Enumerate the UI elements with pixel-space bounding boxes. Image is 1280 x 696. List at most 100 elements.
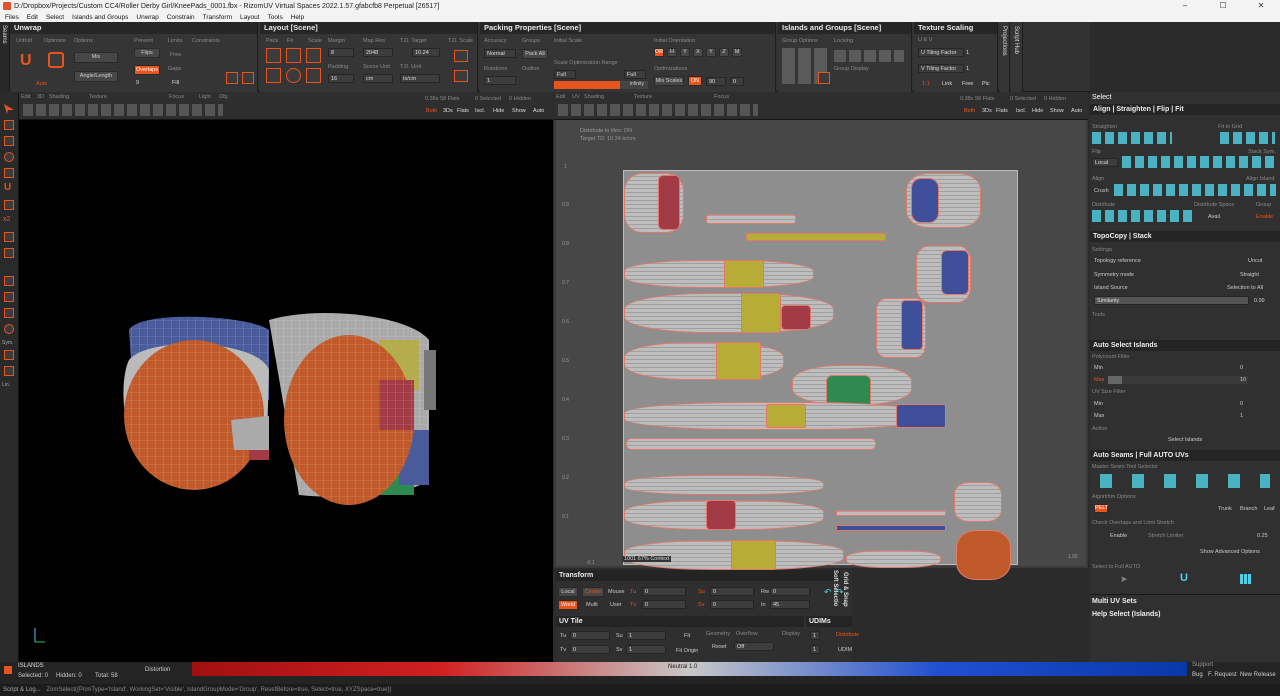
script-hub-tab[interactable]: Script Hub — [1011, 22, 1023, 92]
udim-input-2[interactable]: 1 — [810, 645, 820, 654]
vpuv-both-button[interactable]: Both — [964, 108, 975, 114]
tile-fit-button[interactable]: Fit — [684, 633, 690, 639]
orientation-h[interactable]: H — [667, 48, 677, 57]
tu-input[interactable]: 0 — [642, 587, 686, 596]
vpuv-hide-button[interactable]: Hide — [1032, 108, 1043, 114]
uv-island[interactable] — [896, 404, 946, 428]
islands-mode-icon[interactable] — [4, 666, 12, 674]
vp3d-toolbar-icons[interactable] — [23, 104, 223, 116]
uv-island[interactable] — [716, 342, 761, 380]
orientation-z[interactable]: Z — [719, 48, 729, 57]
overlaps-button[interactable]: Overlaps — [134, 65, 160, 75]
udim-select[interactable]: UDIM — [838, 647, 852, 653]
scale-range-slider[interactable]: Infinity — [554, 81, 648, 89]
margin-input[interactable]: 8 — [328, 48, 354, 57]
uv-min-input[interactable]: 0 — [1240, 401, 1243, 407]
pack-icon[interactable] — [266, 48, 281, 63]
orientation-x[interactable]: X — [693, 48, 703, 57]
td-unit-select[interactable]: tx/cm — [400, 74, 440, 83]
unwrap-u-icon[interactable]: U — [4, 182, 11, 193]
x2-icon[interactable]: x2 — [3, 216, 10, 223]
minimize-button[interactable]: – — [1166, 0, 1204, 12]
transform-local[interactable]: Local — [558, 587, 578, 597]
flips-button[interactable]: Flips — [134, 48, 160, 58]
ratio-button[interactable]: 1:1 — [922, 81, 930, 87]
cursor-icon[interactable]: ➤ — [1120, 574, 1128, 585]
in-input[interactable]: 45 — [770, 600, 810, 609]
vp3d-isol-button[interactable]: Isol. — [475, 108, 485, 114]
td-target-input[interactable]: 10.24 — [412, 48, 440, 57]
grid-snap-tab[interactable]: Grid & Snap — [842, 572, 848, 607]
vpuv-auto-button[interactable]: Auto — [1071, 108, 1082, 114]
uv-island[interactable] — [954, 482, 1002, 522]
trunk-button[interactable]: Trunk — [1218, 506, 1232, 512]
island-source-select[interactable]: Selection to All — [1227, 285, 1263, 291]
weld-icon[interactable] — [4, 200, 14, 210]
scale-opt-full-select-2[interactable]: Full — [624, 70, 646, 79]
uv-island[interactable] — [724, 260, 764, 288]
seams-tab[interactable]: Seams — [1, 25, 7, 44]
cut-icon[interactable] — [4, 168, 14, 178]
leaf-button[interactable]: Leaf — [1264, 506, 1275, 512]
rotation-step-input[interactable]: 90 — [706, 77, 726, 86]
uv-island[interactable] — [731, 540, 776, 570]
fit-origin-button[interactable]: Fit Origin — [676, 648, 698, 654]
transform-user[interactable]: User — [610, 602, 622, 608]
u-tiling-input[interactable]: 1 — [966, 50, 969, 56]
select-arrow-icon[interactable] — [4, 104, 14, 114]
select-island-icon[interactable] — [4, 152, 14, 162]
scale-opt-full-select[interactable]: Full — [554, 70, 576, 79]
orientation-m[interactable]: M — [732, 48, 742, 57]
projections-tab[interactable]: Projections — [1000, 22, 1010, 92]
pic-button[interactable]: Pic — [982, 81, 990, 87]
auto-label[interactable]: Auto — [36, 81, 47, 87]
multi-uv-sets-title[interactable]: Multi UV Sets — [1092, 598, 1137, 605]
select-box-icon[interactable] — [4, 120, 14, 130]
poly-min-input[interactable]: 0 — [1240, 365, 1243, 371]
uv-context-button[interactable]: Context — [650, 556, 669, 562]
rotations-input[interactable]: 1 — [484, 76, 516, 85]
vpuv-isol-button[interactable]: Isol. — [1016, 108, 1026, 114]
vpuv-3ds-button[interactable]: 3Ds — [982, 108, 992, 114]
link-button[interactable]: Link — [942, 81, 952, 87]
pack-all-button[interactable]: Pack All — [522, 49, 548, 59]
constraint-edge-icon[interactable] — [242, 72, 254, 84]
group-enable-button[interactable]: Enable — [1256, 214, 1273, 220]
free-label[interactable]: Free — [170, 52, 181, 58]
orientation-y[interactable]: Y — [680, 48, 690, 57]
vp3d-hide-button[interactable]: Hide — [493, 108, 504, 114]
vp3d-show-button[interactable]: Show — [512, 108, 526, 114]
unfold-icon[interactable]: U — [20, 52, 38, 70]
uv-island[interactable] — [836, 525, 946, 531]
tile-su-input[interactable]: 1 — [626, 631, 666, 640]
transform-multi[interactable]: Multi — [586, 602, 598, 608]
tile-tu-input[interactable]: 0 — [570, 631, 610, 640]
mix-scales-on[interactable]: ON — [688, 76, 702, 86]
fit-grid-icons[interactable] — [1220, 132, 1275, 144]
vp3d-flats-button[interactable]: Flats — [457, 108, 469, 114]
menu-select[interactable]: Select — [46, 14, 64, 21]
topo-ref-select[interactable]: Uncut — [1248, 258, 1262, 264]
auto-pack-icon[interactable] — [1240, 574, 1252, 584]
uv-island[interactable] — [766, 404, 806, 428]
show-advanced-toggle[interactable]: Show Advanced Options — [1200, 549, 1260, 555]
overflow-select[interactable]: Off — [734, 642, 774, 651]
menu-layout[interactable]: Layout — [240, 14, 260, 21]
uv-island[interactable] — [624, 475, 824, 495]
reset-button[interactable]: Reset — [712, 644, 726, 650]
uv-island[interactable] — [846, 550, 941, 568]
soft-selection-tab[interactable]: Soft Selectio — [832, 570, 838, 606]
menu-constrain[interactable]: Constrain — [167, 14, 195, 21]
nine-value[interactable]: 9 — [136, 80, 139, 86]
mix-scales-button[interactable]: Mix Scales — [654, 76, 684, 86]
vpuv-toolbar-icons[interactable] — [558, 104, 758, 116]
stretch-limiter-input[interactable]: 0.25 — [1257, 533, 1268, 539]
transform-world[interactable]: World — [558, 600, 578, 610]
uv-island[interactable] — [901, 300, 923, 350]
vp3d-3ds-button[interactable]: 3Ds — [443, 108, 453, 114]
script-log-button[interactable]: Script & Log... — [3, 687, 41, 693]
pelt-button[interactable]: PELT — [1094, 504, 1108, 513]
viewport-uv[interactable]: Edit UV Shading Texture Focus 0.38s 58 F… — [554, 92, 1088, 580]
branch-button[interactable]: Branch — [1240, 506, 1257, 512]
uv-island[interactable] — [624, 260, 814, 288]
